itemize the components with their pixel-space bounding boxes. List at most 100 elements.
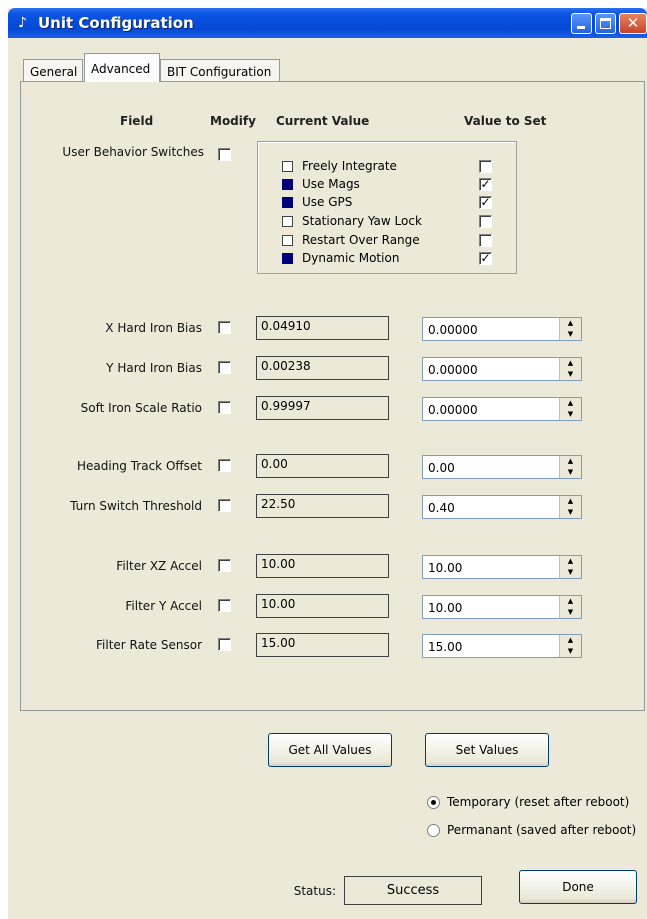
spin-down-icon[interactable]: ▼ xyxy=(560,329,581,340)
field-current-value: 0.99997 xyxy=(256,396,389,420)
field-label: Y Hard Iron Bias xyxy=(106,361,202,375)
field-current-value: 0.04910 xyxy=(256,316,389,340)
switch-current-indicator xyxy=(282,179,293,190)
permanent-radio[interactable] xyxy=(427,824,440,837)
switch-label: Use Mags xyxy=(302,177,360,191)
close-icon: ✕ xyxy=(626,14,640,32)
window-title: Unit Configuration xyxy=(38,14,194,32)
spin-down-icon[interactable]: ▼ xyxy=(560,369,581,380)
field-value-spinbox[interactable]: 15.00 ▲ ▼ xyxy=(422,634,582,658)
close-button[interactable]: ✕ xyxy=(619,13,647,34)
spin-down-icon[interactable]: ▼ xyxy=(560,409,581,420)
field-current-value: 10.00 xyxy=(256,594,389,618)
switch-set-checkbox[interactable]: ✓ xyxy=(479,196,492,209)
switch-set-checkbox[interactable] xyxy=(479,160,492,173)
maximize-button[interactable] xyxy=(595,13,616,34)
field-label: Filter Rate Sensor xyxy=(96,638,202,652)
spin-buttons: ▲ ▼ xyxy=(559,358,581,380)
temporary-radio-label[interactable]: Temporary (reset after reboot) xyxy=(447,795,629,809)
user-behavior-label: User Behavior Switches xyxy=(62,145,204,159)
field-modify-checkbox[interactable] xyxy=(218,559,231,572)
field-value-spinbox[interactable]: 10.00 ▲ ▼ xyxy=(422,595,582,619)
field-modify-checkbox[interactable] xyxy=(218,599,231,612)
field-value-spinbox[interactable]: 0.40 ▲ ▼ xyxy=(422,495,582,519)
spinbox-value[interactable]: 0.00000 xyxy=(428,323,478,337)
spinbox-value[interactable]: 0.00000 xyxy=(428,363,478,377)
spinbox-value[interactable]: 10.00 xyxy=(428,561,462,575)
field-modify-checkbox[interactable] xyxy=(218,321,231,334)
switch-label: Freely Integrate xyxy=(302,159,397,173)
field-current-value: 0.00 xyxy=(256,454,389,478)
header-modify: Modify xyxy=(210,114,256,128)
switch-set-checkbox[interactable] xyxy=(479,234,492,247)
header-field: Field xyxy=(120,114,154,128)
switch-label: Dynamic Motion xyxy=(302,251,400,265)
spinbox-value[interactable]: 0.40 xyxy=(428,501,455,515)
spin-down-icon[interactable]: ▼ xyxy=(560,646,581,657)
tab-label: General xyxy=(30,65,78,79)
spin-buttons: ▲ ▼ xyxy=(559,556,581,578)
field-modify-checkbox[interactable] xyxy=(218,638,231,651)
switch-label: Restart Over Range xyxy=(302,233,420,247)
tab-general[interactable]: General xyxy=(23,59,83,81)
tab-label: BIT Configuration xyxy=(167,65,272,79)
spinbox-value[interactable]: 15.00 xyxy=(428,640,462,654)
switch-label: Use GPS xyxy=(302,195,353,209)
spin-buttons: ▲ ▼ xyxy=(559,596,581,618)
field-label: Soft Iron Scale Ratio xyxy=(80,401,202,415)
set-values-button[interactable]: Set Values xyxy=(425,733,549,767)
spin-buttons: ▲ ▼ xyxy=(559,496,581,518)
spin-buttons: ▲ ▼ xyxy=(559,456,581,478)
spinbox-value[interactable]: 10.00 xyxy=(428,601,462,615)
switch-set-checkbox[interactable] xyxy=(479,215,492,228)
field-current-value: 15.00 xyxy=(256,633,389,657)
field-value-spinbox[interactable]: 0.00000 ▲ ▼ xyxy=(422,357,582,381)
user-behavior-modify-checkbox[interactable] xyxy=(218,148,231,161)
spin-down-icon[interactable]: ▼ xyxy=(560,467,581,478)
field-modify-checkbox[interactable] xyxy=(218,401,231,414)
field-value-spinbox[interactable]: 10.00 ▲ ▼ xyxy=(422,555,582,579)
field-current-value: 22.50 xyxy=(256,494,389,518)
spin-down-icon[interactable]: ▼ xyxy=(560,607,581,618)
minimize-icon xyxy=(577,26,585,29)
switch-current-indicator xyxy=(282,253,293,264)
spin-down-icon[interactable]: ▼ xyxy=(560,507,581,518)
tab-advanced[interactable]: Advanced xyxy=(84,53,160,82)
field-modify-checkbox[interactable] xyxy=(218,499,231,512)
spinbox-value[interactable]: 0.00000 xyxy=(428,403,478,417)
field-label: Filter Y Accel xyxy=(125,599,202,613)
field-value-spinbox[interactable]: 0.00000 ▲ ▼ xyxy=(422,397,582,421)
field-label: Turn Switch Threshold xyxy=(70,499,202,513)
check-icon: ✓ xyxy=(480,251,491,265)
field-label: Heading Track Offset xyxy=(76,459,202,473)
field-modify-checkbox[interactable] xyxy=(218,361,231,374)
field-value-spinbox[interactable]: 0.00 ▲ ▼ xyxy=(422,455,582,479)
tab-bit-configuration[interactable]: BIT Configuration xyxy=(160,59,280,81)
switch-current-indicator xyxy=(282,235,293,246)
maximize-icon xyxy=(600,18,611,29)
field-value-spinbox[interactable]: 0.00000 ▲ ▼ xyxy=(422,317,582,341)
status-value: Success xyxy=(344,876,482,905)
field-current-value: 0.00238 xyxy=(256,356,389,380)
switch-current-indicator xyxy=(282,161,293,172)
field-label: X Hard Iron Bias xyxy=(105,321,202,335)
temporary-radio[interactable] xyxy=(427,796,440,809)
check-icon: ✓ xyxy=(480,177,491,191)
spin-buttons: ▲ ▼ xyxy=(559,635,581,657)
spin-buttons: ▲ ▼ xyxy=(559,318,581,340)
get-all-values-button[interactable]: Get All Values xyxy=(268,733,392,767)
done-button[interactable]: Done xyxy=(519,870,637,904)
status-label: Status: xyxy=(293,884,336,898)
tab-label: Advanced xyxy=(91,62,151,76)
switch-set-checkbox[interactable]: ✓ xyxy=(479,252,492,265)
switch-set-checkbox[interactable]: ✓ xyxy=(479,178,492,191)
permanent-radio-label[interactable]: Permanant (saved after reboot) xyxy=(447,823,636,837)
header-current-value: Current Value xyxy=(276,114,370,128)
field-modify-checkbox[interactable] xyxy=(218,459,231,472)
spin-buttons: ▲ ▼ xyxy=(559,398,581,420)
minimize-button[interactable] xyxy=(571,13,592,34)
spinbox-value[interactable]: 0.00 xyxy=(428,461,455,475)
app-icon: ♪ xyxy=(18,15,27,31)
title-bar[interactable]: ♪ Unit Configuration ✕ xyxy=(8,8,647,38)
spin-down-icon[interactable]: ▼ xyxy=(560,567,581,578)
